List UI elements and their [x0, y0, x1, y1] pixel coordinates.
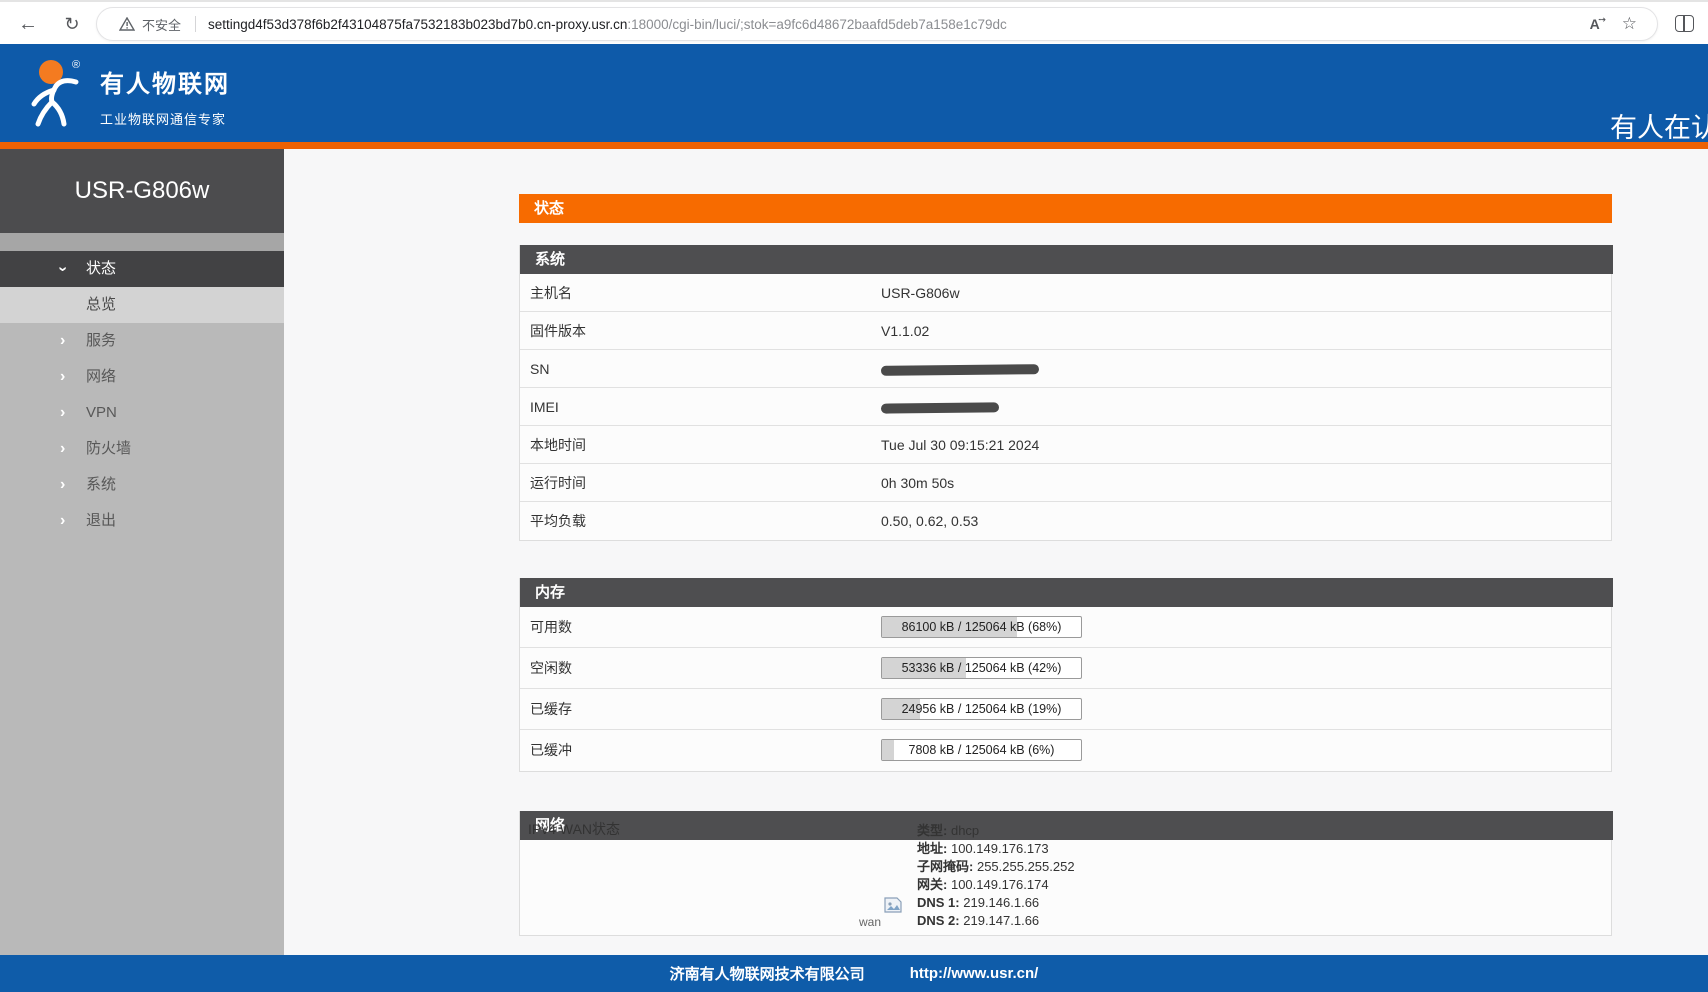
wan-details: 类型: dhcp 地址: 100.149.176.173 子网掩码: 255.2… — [917, 822, 1075, 930]
memory-progress-bar: 7808 kB / 125064 kB (6%) — [881, 739, 1082, 761]
memory-section: 内存 可用数 86100 kB / 125064 kB (68%) 空闲数 53… — [519, 578, 1612, 772]
header-slogan: 有人在认 — [1610, 106, 1708, 142]
broken-image-icon — [884, 897, 902, 913]
chevron-right-icon: › — [60, 431, 65, 467]
url-host: settingd4f53d378f6b2f43104875fa7532183b0… — [208, 17, 627, 32]
page-footer: 济南有人物联网技术有限公司 http://www.usr.cn/ — [0, 955, 1708, 992]
favorite-star-icon[interactable]: ☆ — [1622, 14, 1637, 34]
chevron-right-icon: › — [60, 503, 65, 539]
not-secure-warning-icon — [119, 17, 135, 31]
company-website-link[interactable]: http://www.usr.cn/ — [910, 965, 1039, 982]
chevron-right-icon: › — [60, 323, 65, 359]
read-aloud-icon[interactable]: A⤑ — [1590, 16, 1600, 32]
table-row-hostname: 主机名 USR-G806w — [520, 274, 1611, 312]
memory-progress-bar: 86100 kB / 125064 kB (68%) — [881, 616, 1082, 638]
system-section-header: 系统 — [520, 245, 1613, 274]
sidebar-item-system[interactable]: › 系统 — [0, 467, 284, 503]
wan-address: 地址: 100.149.176.173 — [917, 840, 1075, 858]
main-content: 状态 系统 主机名 USR-G806w 固件版本 V1.1.02 SN IMEI… — [284, 149, 1708, 955]
memory-progress-bar: 24956 kB / 125064 kB (19%) — [881, 698, 1082, 720]
sidebar-item-overview[interactable]: 总览 — [0, 287, 284, 323]
wan-gateway: 网关: 100.149.176.174 — [917, 876, 1075, 894]
memory-section-header: 内存 — [520, 578, 1613, 607]
url-path: :18000/cgi-bin/luci/;stok=a9fc6d48672baa… — [627, 17, 1006, 32]
table-row-imei: IMEI — [520, 388, 1611, 426]
table-row-loadavg: 平均负载 0.50, 0.62, 0.53 — [520, 502, 1611, 540]
split-screen-icon[interactable] — [1675, 15, 1694, 32]
table-row-uptime: 运行时间 0h 30m 50s — [520, 464, 1611, 502]
back-button[interactable]: ← — [12, 2, 44, 46]
sidebar-item-logout[interactable]: › 退出 — [0, 503, 284, 539]
chevron-right-icon: › — [60, 467, 65, 503]
accent-strip — [0, 142, 1708, 149]
chevron-right-icon: › — [60, 395, 65, 431]
imei-redaction-scribble — [881, 402, 999, 413]
table-row-firmware: 固件版本 V1.1.02 — [520, 312, 1611, 350]
sidebar-item-firewall[interactable]: › 防火墙 — [0, 431, 284, 467]
divider — [195, 16, 196, 32]
brand-name: 有人物联网 — [100, 64, 230, 99]
sidebar-item-vpn[interactable]: › VPN — [0, 395, 284, 431]
device-model-title: USR-G806w — [0, 149, 284, 233]
memory-progress-bar: 53336 kB / 125064 kB (42%) — [881, 657, 1082, 679]
table-row-mem-buffered: 已缓冲 7808 kB / 125064 kB (6%) — [520, 730, 1611, 771]
network-section: 网络 IPv4 WAN状态 wan 类型: dhcp 地址: 100.149.1… — [519, 811, 1612, 936]
wan-status-label: IPv4 WAN状态 — [528, 819, 620, 839]
usr-logo: ® — [24, 56, 94, 130]
chevron-right-icon: › — [60, 359, 65, 395]
not-secure-label: 不安全 — [142, 15, 181, 34]
wan-interface-label: wan — [859, 915, 881, 929]
table-row-mem-cached: 已缓存 24956 kB / 125064 kB (19%) — [520, 689, 1611, 730]
wan-type: 类型: dhcp — [917, 822, 1075, 840]
system-section: 系统 主机名 USR-G806w 固件版本 V1.1.02 SN IMEI 本地… — [519, 245, 1612, 541]
brand-tagline: 工业物联网通信专家 — [100, 109, 230, 128]
sidebar-item-services[interactable]: › 服务 — [0, 323, 284, 359]
app-header: ® 有人物联网 工业物联网通信专家 有人在认 自动刷新 开 — [0, 44, 1708, 142]
table-row-mem-free: 空闲数 53336 kB / 125064 kB (42%) — [520, 648, 1611, 689]
svg-text:®: ® — [72, 59, 80, 71]
chevron-down-icon: › — [45, 266, 81, 271]
reload-button[interactable]: ↻ — [56, 2, 88, 46]
sidebar-divider — [0, 233, 284, 251]
sidebar-nav: › 状态 总览 › 服务 › 网络 › VPN › 防火墙 › 系统 › 退出 — [0, 251, 284, 955]
company-name: 济南有人物联网技术有限公司 — [670, 963, 865, 984]
wan-netmask: 子网掩码: 255.255.255.252 — [917, 858, 1075, 876]
wan-dns2: DNS 2: 219.147.1.66 — [917, 912, 1075, 930]
sidebar-item-network[interactable]: › 网络 — [0, 359, 284, 395]
table-row-sn: SN — [520, 350, 1611, 388]
url-text[interactable]: settingd4f53d378f6b2f43104875fa7532183b0… — [208, 17, 1590, 32]
sidebar-item-status[interactable]: › 状态 — [0, 251, 284, 287]
table-row-mem-available: 可用数 86100 kB / 125064 kB (68%) — [520, 607, 1611, 648]
address-bar[interactable]: 不安全 settingd4f53d378f6b2f43104875fa75321… — [96, 7, 1658, 41]
wan-dns1: DNS 1: 219.146.1.66 — [917, 894, 1075, 912]
table-row-localtime: 本地时间 Tue Jul 30 09:15:21 2024 — [520, 426, 1611, 464]
browser-toolbar: ← ↻ 不安全 settingd4f53d378f6b2f43104875fa7… — [0, 0, 1708, 44]
sn-redaction-scribble — [881, 364, 1039, 376]
page-title: 状态 — [519, 194, 1612, 223]
